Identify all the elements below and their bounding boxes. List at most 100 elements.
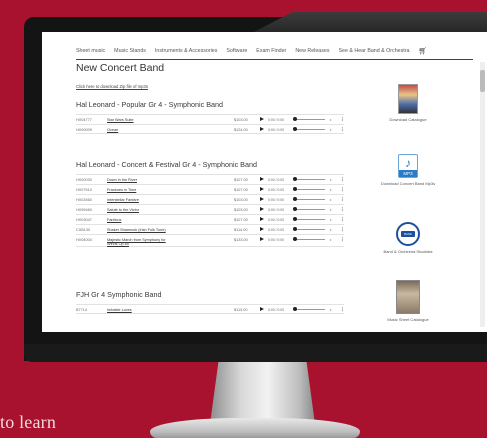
progress-knob-icon[interactable] xyxy=(293,197,297,201)
volume-icon[interactable]: 🔈︎ xyxy=(330,118,332,122)
more-options-icon[interactable]: ⋮ xyxy=(340,197,345,203)
track-price: $103.00 xyxy=(234,198,248,202)
audio-player: 0:00 / 0:00 🔈︎ ⋮ xyxy=(260,117,345,123)
audio-player: 0:00 / 0:00 🔈︎ ⋮ xyxy=(260,307,345,313)
player-time: 0:00 / 0:00 xyxy=(268,238,285,242)
more-options-icon[interactable]: ⋮ xyxy=(340,207,345,213)
volume-icon[interactable]: 🔈︎ xyxy=(330,178,332,182)
sidebar-caption: Music Sheet Catalogue xyxy=(387,317,429,322)
play-icon[interactable] xyxy=(260,207,264,211)
player-time: 0:00 / 0:00 xyxy=(268,188,285,192)
track-row: HX00009 Ocean $124.00 0:00 / 0:00 🔈︎ ⋮ xyxy=(76,124,345,134)
track-code: HX04777 xyxy=(76,118,92,122)
play-icon[interactable] xyxy=(260,197,264,201)
player-time: 0:00 / 0:00 xyxy=(268,178,285,182)
track-row: HX00030 Down in the River $107.00 0:00 / 0:… xyxy=(76,174,345,184)
more-options-icon[interactable]: ⋮ xyxy=(340,177,345,183)
track-title-link[interactable]: Majestic March from Symphony for Winds O… xyxy=(107,238,169,246)
scrollbar[interactable] xyxy=(480,62,485,327)
sidebar-item-mp3s[interactable]: ♪ MP3 Download Concert Band Mp3s xyxy=(367,154,449,186)
cart-icon[interactable]: 🛒︎ xyxy=(418,47,427,55)
screen: Sheet music Music Stands Instruments & A… xyxy=(42,32,487,332)
catalogue-icon xyxy=(398,84,418,114)
progress-knob-icon[interactable] xyxy=(293,217,297,221)
play-icon[interactable] xyxy=(260,177,264,181)
progress-slider[interactable] xyxy=(295,229,325,231)
progress-knob-icon[interactable] xyxy=(293,117,297,121)
progress-slider[interactable] xyxy=(295,179,325,181)
play-icon[interactable] xyxy=(260,217,264,221)
progress-slider[interactable] xyxy=(295,239,325,241)
nav-item-see-hear[interactable]: See & Hear Band & Orchestra xyxy=(338,48,409,54)
nav-item-exam-finder[interactable]: Exam Finder xyxy=(256,48,286,54)
progress-slider[interactable] xyxy=(295,209,325,211)
track-row: HX03460 Interstellar Fanfare $103.00 0:00 /… xyxy=(76,194,345,204)
sidebar-item-stockists[interactable]: BAND Band & Orchestra Stockists xyxy=(367,222,449,254)
track-price: $133.00 xyxy=(234,238,248,242)
track-list: HX04777 Star Wars Suite $103.00 0:00 / 0:00… xyxy=(76,114,345,134)
track-title-link[interactable]: Salute to the Victor xyxy=(107,208,169,212)
track-title-link[interactable]: Fanticus xyxy=(107,218,169,222)
more-options-icon[interactable]: ⋮ xyxy=(340,217,345,223)
volume-icon[interactable]: 🔈︎ xyxy=(330,188,332,192)
track-price: $114.00 xyxy=(234,228,248,232)
progress-knob-icon[interactable] xyxy=(293,127,297,131)
progress-knob-icon[interactable] xyxy=(293,187,297,191)
more-options-icon[interactable]: ⋮ xyxy=(340,187,345,193)
progress-knob-icon[interactable] xyxy=(293,177,297,181)
volume-icon[interactable]: 🔈︎ xyxy=(330,228,332,232)
mp3-icon: ♪ MP3 xyxy=(398,154,418,178)
nav-item-new-releases[interactable]: New Releases xyxy=(295,48,329,54)
more-options-icon[interactable]: ⋮ xyxy=(340,117,345,123)
nav-item-software[interactable]: Software xyxy=(226,48,247,54)
more-options-icon[interactable]: ⋮ xyxy=(340,227,345,233)
progress-knob-icon[interactable] xyxy=(293,207,297,211)
track-title-link[interactable]: Shaker Shamrock (Irish Folk Tune) xyxy=(107,228,169,232)
more-options-icon[interactable]: ⋮ xyxy=(340,307,345,313)
download-zip-link[interactable]: Click here to download Zip file of mp3s xyxy=(76,84,148,89)
audio-player: 0:00 / 0:00 🔈︎ ⋮ xyxy=(260,177,345,183)
progress-slider[interactable] xyxy=(295,129,325,131)
scrollbar-thumb[interactable] xyxy=(480,70,485,92)
background-text: to learn xyxy=(0,412,57,432)
player-time: 0:00 / 0:00 xyxy=(268,128,285,132)
play-icon[interactable] xyxy=(260,117,264,121)
sidebar-item-sheet-catalogue[interactable]: Music Sheet Catalogue xyxy=(367,280,449,322)
nav-item-sheet-music[interactable]: Sheet music xyxy=(76,48,105,54)
progress-slider[interactable] xyxy=(295,189,325,191)
track-title-link[interactable]: Ocean xyxy=(107,128,169,132)
player-time: 0:00 / 0:00 xyxy=(268,308,285,312)
play-icon[interactable] xyxy=(260,307,264,311)
progress-knob-icon[interactable] xyxy=(293,307,297,311)
nav-item-instruments[interactable]: Instruments & Accessories xyxy=(155,48,217,54)
track-price: $113.00 xyxy=(234,308,248,312)
progress-slider[interactable] xyxy=(295,309,325,311)
track-title-link[interactable]: Interstellar Fanfare xyxy=(107,198,169,202)
volume-icon[interactable]: 🔈︎ xyxy=(330,198,332,202)
track-title-link[interactable]: Down in the River xyxy=(107,178,169,182)
progress-slider[interactable] xyxy=(295,119,325,121)
volume-icon[interactable]: 🔈︎ xyxy=(330,208,332,212)
sidebar-item-catalogue[interactable]: Download Catalogue xyxy=(367,84,449,122)
progress-slider[interactable] xyxy=(295,219,325,221)
volume-icon[interactable]: 🔈︎ xyxy=(330,238,332,242)
progress-knob-icon[interactable] xyxy=(293,227,297,231)
progress-knob-icon[interactable] xyxy=(293,237,297,241)
play-icon[interactable] xyxy=(260,187,264,191)
play-icon[interactable] xyxy=(260,127,264,131)
track-code: HX00009 xyxy=(76,128,92,132)
play-icon[interactable] xyxy=(260,227,264,231)
more-options-icon[interactable]: ⋮ xyxy=(340,127,345,133)
track-title-link[interactable]: Fractures in Time xyxy=(107,188,169,192)
more-options-icon[interactable]: ⋮ xyxy=(340,237,345,243)
track-title-link[interactable]: Imbalde Loves xyxy=(107,308,169,312)
track-title-link[interactable]: Star Wars Suite xyxy=(107,118,169,122)
nav-item-music-stands[interactable]: Music Stands xyxy=(114,48,146,54)
volume-icon[interactable]: 🔈︎ xyxy=(330,218,332,222)
play-icon[interactable] xyxy=(260,237,264,241)
volume-icon[interactable]: 🔈︎ xyxy=(330,308,332,312)
track-code: HX03047 xyxy=(76,218,92,222)
page-title: New Concert Band xyxy=(76,62,165,74)
volume-icon[interactable]: 🔈︎ xyxy=(330,128,332,132)
progress-slider[interactable] xyxy=(295,199,325,201)
